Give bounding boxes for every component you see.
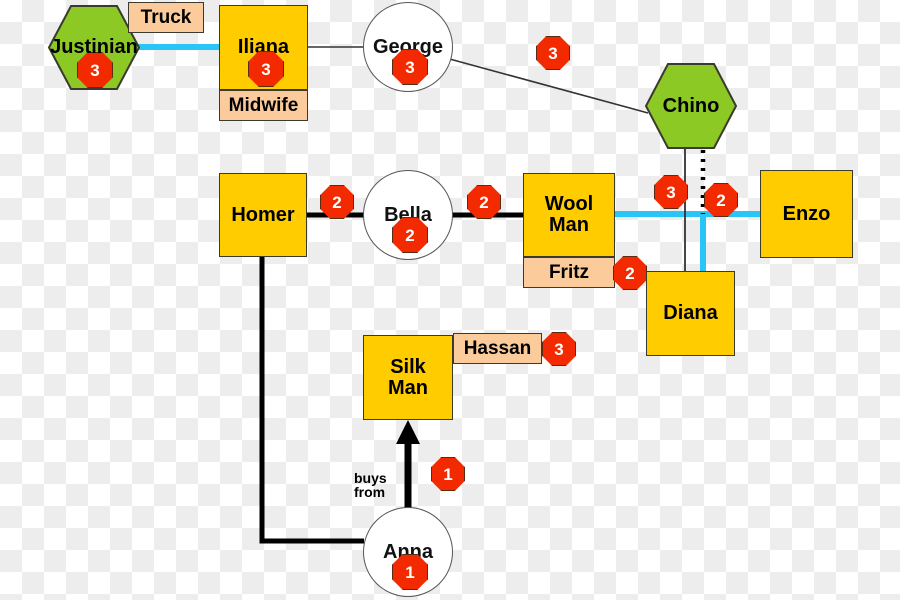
badge-value: 2 [479,192,489,212]
badge-value: 1 [443,464,453,484]
badge-value: 3 [261,59,271,79]
node-silkman[interactable]: Silk Man [363,335,453,420]
edge-layer [136,44,762,544]
node-label: Silk Man [388,355,428,399]
badge-value: 2 [625,263,635,283]
node-anna[interactable]: Anna 1 [363,507,453,597]
node-bella[interactable]: Bella 2 [363,170,453,260]
tag-truck[interactable]: Truck [128,2,204,33]
badge-value: 3 [90,60,100,80]
tag-hassan[interactable]: Hassan [453,333,542,364]
node-chino[interactable]: Chino [645,63,737,149]
node-iliana[interactable]: Iliana 3 [219,5,308,90]
tag-label: Hassan [463,337,532,359]
node-homer[interactable]: Homer [219,173,307,257]
badge-value: 1 [405,562,415,582]
arrowhead-icon [396,420,420,444]
badge-value: 3 [554,339,564,359]
badge-value: 3 [666,182,676,202]
badge-value: 2 [716,190,726,210]
edge-label-text: buys from [354,469,387,501]
node-woolman[interactable]: Wool Man [523,173,615,257]
node-justinian[interactable]: Justinian 3 [48,5,140,90]
badge-edge-anna-silkman[interactable]: 1 [431,457,465,491]
node-george[interactable]: George 3 [363,2,453,92]
badge-anna[interactable]: 1 [392,554,428,590]
edge-homer-anna[interactable] [259,257,364,544]
badge-value: 3 [405,57,415,77]
node-label: Wool Man [544,193,594,236]
edge-label-buys-from: buys from [354,456,404,500]
tag-label: Fritz [548,261,590,283]
node-diana[interactable]: Diana [646,271,735,356]
badge-edge-bella-woolman[interactable]: 2 [467,185,501,219]
badge-value: 2 [332,192,342,212]
node-label: Homer [231,203,295,226]
tag-label: Truck [140,6,192,28]
tag-fritz[interactable]: Fritz [523,257,615,288]
node-label: Enzo [782,202,831,225]
node-label: Justinian [50,36,138,58]
node-label: Diana [663,302,718,324]
badge-value: 3 [548,43,558,63]
tag-label: Midwife [228,94,299,116]
node-enzo[interactable]: Enzo [760,170,853,258]
tag-midwife[interactable]: Midwife [219,90,308,121]
badge-edge-homer-bella[interactable]: 2 [320,185,354,219]
node-label: Chino [662,94,720,117]
badge-value: 2 [405,225,415,245]
